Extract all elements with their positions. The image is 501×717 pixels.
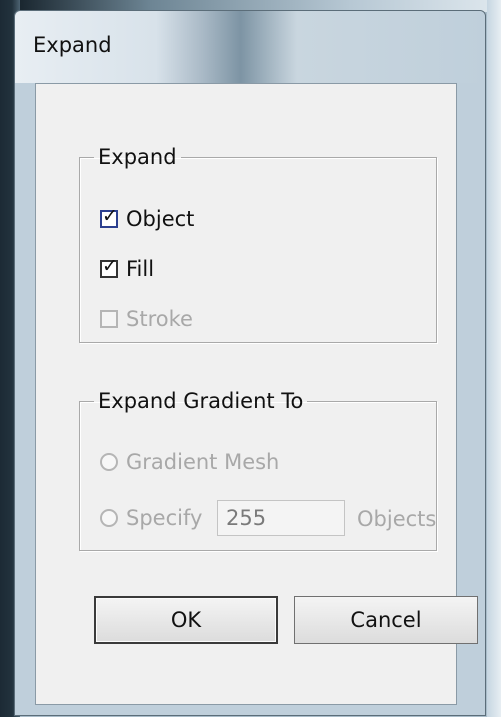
- object-checkbox[interactable]: ✓: [100, 205, 118, 228]
- gradient-mesh-radio-option[interactable]: Gradient Mesh: [100, 450, 279, 474]
- dialog-body: Expand ✓ Object ✓ Fill Stroke Expand Gra…: [35, 83, 478, 705]
- checkmark-icon: ✓: [102, 255, 118, 277]
- object-checkbox-option[interactable]: ✓ Object: [100, 207, 194, 231]
- checkmark-icon: ✓: [102, 205, 118, 227]
- stroke-checkbox-option[interactable]: Stroke: [100, 307, 193, 331]
- expand-group: Expand ✓ Object ✓ Fill Stroke: [79, 145, 437, 343]
- gradient-mesh-label: Gradient Mesh: [126, 450, 280, 474]
- objects-label: Objects: [357, 507, 437, 531]
- specify-radio-option[interactable]: Specify: [100, 506, 202, 530]
- fill-checkbox[interactable]: ✓: [100, 255, 118, 278]
- fill-checkbox-option[interactable]: ✓ Fill: [100, 257, 154, 281]
- expand-gradient-group-legend: Expand Gradient To: [98, 389, 304, 413]
- expand-dialog: Expand Expand ✓ Object ✓ Fill Stroke Exp…: [14, 10, 486, 716]
- specify-label: Specify: [126, 506, 203, 530]
- title-bar[interactable]: Expand: [15, 11, 485, 83]
- specify-radio[interactable]: [100, 509, 118, 527]
- specify-objects-input[interactable]: 255: [217, 500, 345, 536]
- expand-group-legend: Expand: [98, 145, 177, 169]
- dialog-title: Expand: [33, 33, 112, 57]
- expand-gradient-group: Expand Gradient To Gradient Mesh Specify…: [79, 389, 437, 551]
- stroke-checkbox[interactable]: [100, 310, 118, 328]
- cancel-button[interactable]: Cancel: [294, 596, 478, 644]
- object-checkbox-label: Object: [126, 207, 195, 231]
- gradient-mesh-radio[interactable]: [100, 453, 118, 471]
- stroke-checkbox-label: Stroke: [126, 307, 193, 331]
- desktop-background-right: [487, 0, 501, 717]
- fill-checkbox-label: Fill: [126, 257, 155, 281]
- ok-button[interactable]: OK: [94, 596, 278, 644]
